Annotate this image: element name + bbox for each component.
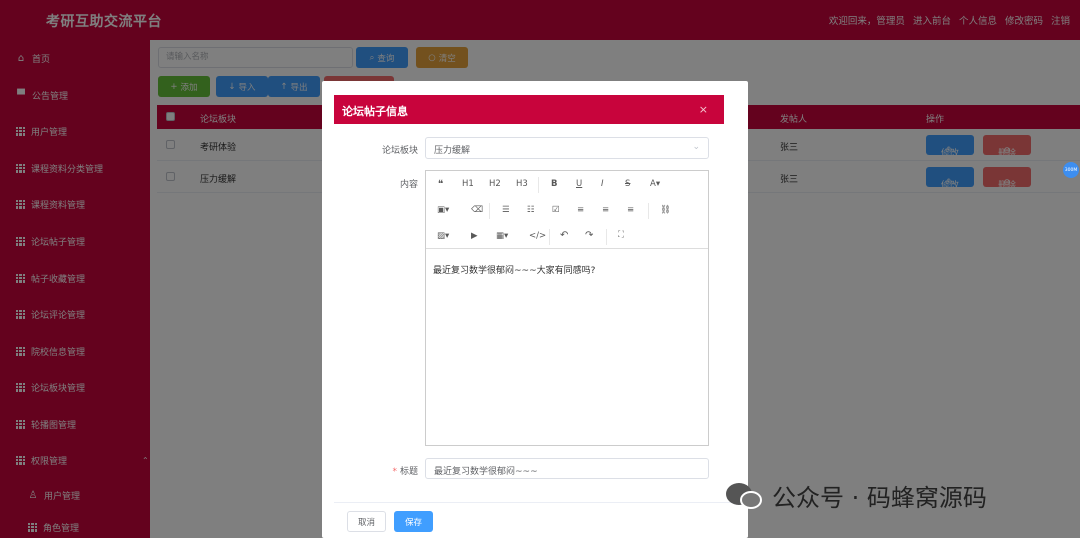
title-label: * 标题 <box>362 464 418 477</box>
italic-button[interactable]: I <box>601 179 604 189</box>
post-dialog: 论坛帖子信息 × 论坛板块 压力缓解 ⌄ 内容 ❝ H1 H2 H3 B U I… <box>322 81 748 538</box>
chevron-down-icon: ⌄ <box>692 142 700 152</box>
board-label: 论坛板块 <box>381 146 418 156</box>
font-color-button[interactable]: A▾ <box>650 179 660 189</box>
undo-icon[interactable]: ↶ <box>560 230 568 241</box>
toolbar-divider <box>549 229 550 245</box>
bullet-list-icon[interactable]: ☰ <box>502 205 510 215</box>
fullscreen-icon[interactable]: ⛶ <box>618 230 624 240</box>
wechat-icon <box>726 481 764 511</box>
h2-button[interactable]: H2 <box>489 179 501 189</box>
align-center-icon[interactable]: ≡ <box>602 205 609 215</box>
toolbar-divider <box>648 203 649 219</box>
dialog-footer-divider <box>334 502 734 503</box>
title-label-text: 标题 <box>399 467 418 477</box>
image-icon[interactable]: ▨▾ <box>437 231 449 241</box>
checklist-icon[interactable]: ☑ <box>552 205 560 215</box>
save-button[interactable]: 保存 <box>394 511 433 532</box>
watermark-text: 公众号 · 码蜂窝源码 <box>772 484 987 512</box>
link-icon[interactable]: ⛓ <box>660 205 671 215</box>
zoom-badge[interactable]: 300M <box>1063 162 1079 178</box>
redo-icon[interactable]: ↷ <box>585 230 593 241</box>
title-input-value: 最近复习数学很郁闷~~~ <box>434 467 538 477</box>
strike-button[interactable]: S <box>625 179 630 189</box>
toolbar-divider <box>489 203 490 219</box>
watermark: 公众号 · 码蜂窝源码 <box>726 478 987 513</box>
video-icon[interactable]: ▶ <box>471 231 478 241</box>
dialog-title: 论坛帖子信息 <box>342 105 408 118</box>
eraser-icon[interactable]: ⌫ <box>471 205 483 215</box>
h1-button[interactable]: H1 <box>462 179 474 189</box>
content-label: 内容 <box>399 180 418 190</box>
editor-content[interactable]: 最近复习数学很郁闷~~~大家有同感吗? <box>433 263 595 276</box>
h3-button[interactable]: H3 <box>516 179 528 189</box>
numbered-list-icon[interactable]: ☷ <box>527 205 535 215</box>
toolbar-divider <box>538 177 539 193</box>
rich-text-editor[interactable]: ❝ H1 H2 H3 B U I S A▾ ▣▾ ⌫ ☰ ☷ ☑ ≡ ≡ ≡ ⛓… <box>425 170 709 446</box>
editor-toolbar: ❝ H1 H2 H3 B U I S A▾ ▣▾ ⌫ ☰ ☷ ☑ ≡ ≡ ≡ ⛓… <box>426 171 708 249</box>
toolbar-divider <box>606 229 607 245</box>
bg-color-icon[interactable]: ▣▾ <box>437 205 449 215</box>
table-icon[interactable]: ▦▾ <box>496 231 508 241</box>
align-left-icon[interactable]: ≡ <box>577 205 584 215</box>
board-select[interactable]: 压力缓解 ⌄ <box>425 137 709 159</box>
bold-button[interactable]: B <box>551 179 557 189</box>
caret-down-icon: ▾ <box>655 179 661 189</box>
dialog-header: 论坛帖子信息 × <box>334 95 724 124</box>
close-icon[interactable]: × <box>699 103 708 116</box>
required-asterisk: * <box>392 467 397 477</box>
board-select-value: 压力缓解 <box>434 146 471 156</box>
align-justify-icon[interactable]: ≡ <box>627 205 634 215</box>
underline-button[interactable]: U <box>576 179 582 189</box>
code-icon[interactable]: </> <box>529 231 546 241</box>
quote-icon[interactable]: ❝ <box>438 179 443 190</box>
title-input[interactable]: 最近复习数学很郁闷~~~ <box>425 458 709 479</box>
cancel-button[interactable]: 取消 <box>347 511 386 532</box>
